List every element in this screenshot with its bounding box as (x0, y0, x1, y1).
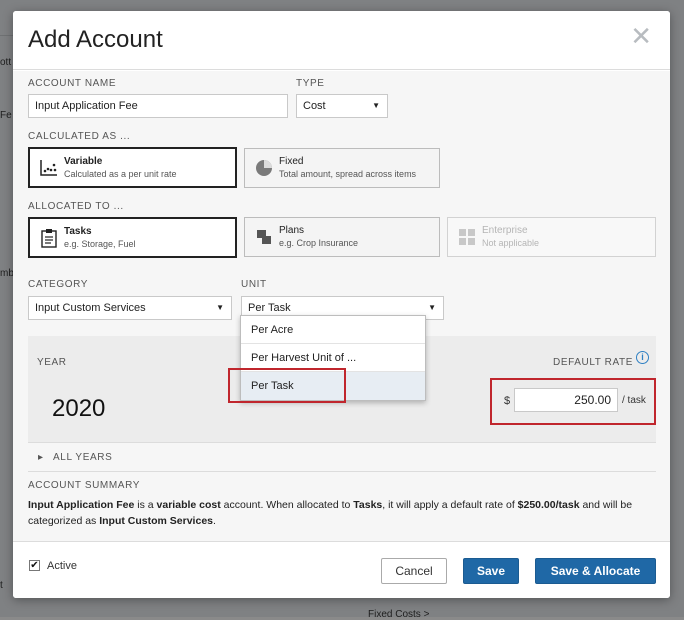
dropdown-option-per-acre[interactable]: Per Acre (241, 316, 425, 344)
account-name-label: ACCOUNT NAME (28, 78, 117, 89)
unit-select-value: Per Task (248, 302, 291, 314)
allocated-to-enterprise-card: Enterprise Not applicable (447, 217, 656, 257)
chevron-down-icon: ▼ (428, 303, 436, 312)
active-checkbox[interactable]: ✔ (29, 560, 40, 571)
type-label: TYPE (296, 78, 325, 89)
bg-text-fragment: ott (0, 57, 12, 68)
add-account-modal: Add Account ✕ ACCOUNT NAME TYPE Cost ▼ C… (13, 11, 670, 598)
summary-target: Tasks (353, 499, 383, 511)
card-subtitle: Not applicable (482, 238, 540, 248)
active-label: Active (47, 560, 77, 572)
scatter-chart-icon (40, 160, 57, 176)
allocated-to-label: ALLOCATED TO ... (28, 201, 124, 212)
category-select[interactable]: Input Custom Services ▼ (28, 296, 232, 320)
year-label: YEAR (37, 357, 67, 368)
card-title: Fixed (279, 156, 304, 167)
default-rate-highlight: $ / task (490, 378, 656, 425)
all-years-toggle[interactable]: ▸ ALL YEARS (38, 452, 112, 463)
allocated-to-plans-card[interactable]: Plans e.g. Crop Insurance (244, 217, 440, 257)
grid-icon (459, 229, 475, 245)
card-subtitle: Total amount, spread across items (279, 169, 417, 179)
default-rate-input[interactable] (514, 388, 618, 412)
unit-label: UNIT (241, 279, 267, 290)
default-rate-label: DEFAULT RATE (553, 357, 633, 368)
account-summary-heading: ACCOUNT SUMMARY (28, 480, 140, 491)
card-subtitle: e.g. Crop Insurance (279, 238, 359, 248)
modal-header: Add Account ✕ (13, 11, 670, 70)
allocated-to-tasks-card[interactable]: Tasks e.g. Storage, Fuel (28, 217, 237, 258)
summary-rate: $250.00/task (517, 499, 580, 511)
category-select-value: Input Custom Services (35, 302, 146, 314)
account-name-input[interactable] (28, 94, 288, 118)
currency-symbol: $ (504, 395, 511, 407)
all-years-label: ALL YEARS (53, 452, 113, 463)
divider (28, 442, 656, 443)
save-button[interactable]: Save (463, 558, 519, 584)
calculated-as-fixed-card[interactable]: Fixed Total amount, spread across items (244, 148, 440, 188)
account-summary-text: Input Application Fee is a variable cost… (28, 497, 648, 529)
card-subtitle: e.g. Storage, Fuel (64, 239, 136, 249)
type-select[interactable]: Cost ▼ (296, 94, 388, 118)
pie-chart-icon (256, 160, 272, 176)
save-and-allocate-button[interactable]: Save & Allocate (535, 558, 656, 584)
summary-category: Input Custom Services (99, 515, 213, 527)
clipboard-icon (41, 229, 57, 248)
per-task-highlight (228, 368, 346, 403)
category-label: CATEGORY (28, 279, 88, 290)
rate-unit-label: / task (622, 395, 646, 406)
year-value: 2020 (52, 395, 106, 422)
info-icon[interactable]: i (636, 351, 649, 364)
modal-body: ACCOUNT NAME TYPE Cost ▼ CALCULATED AS .… (13, 71, 670, 541)
card-subtitle: Calculated as a per unit rate (64, 169, 177, 179)
chevron-down-icon: ▼ (372, 101, 380, 110)
bg-fixed-costs-link: Fixed Costs > (368, 609, 430, 620)
summary-text: , it will apply a default rate of (382, 499, 518, 511)
plan-icon (257, 230, 271, 244)
summary-text: . (213, 515, 216, 527)
summary-kind: variable cost (156, 499, 221, 511)
summary-text: account. When allocated to (220, 499, 354, 511)
card-title: Variable (64, 156, 103, 167)
bg-text-fragment: t (0, 580, 3, 591)
card-title: Plans (279, 225, 305, 236)
calculated-as-variable-card[interactable]: Variable Calculated as a per unit rate (28, 147, 237, 188)
summary-account-name: Input Application Fee (28, 499, 135, 511)
close-icon[interactable]: ✕ (630, 23, 652, 49)
type-select-value: Cost (303, 100, 326, 112)
modal-title: Add Account (28, 26, 163, 53)
cancel-button[interactable]: Cancel (381, 558, 447, 584)
card-title: Enterprise (482, 225, 528, 236)
modal-footer: ✔ Active Cancel Save Save & Allocate (13, 541, 670, 598)
calculated-as-label: CALCULATED AS ... (28, 131, 131, 142)
divider (28, 471, 656, 472)
summary-text: is a (134, 499, 157, 511)
bg-text-fragment: Fe (0, 110, 12, 121)
card-title: Tasks (64, 226, 92, 237)
chevron-down-icon: ▼ (216, 303, 224, 312)
chevron-right-icon: ▸ (38, 452, 44, 463)
